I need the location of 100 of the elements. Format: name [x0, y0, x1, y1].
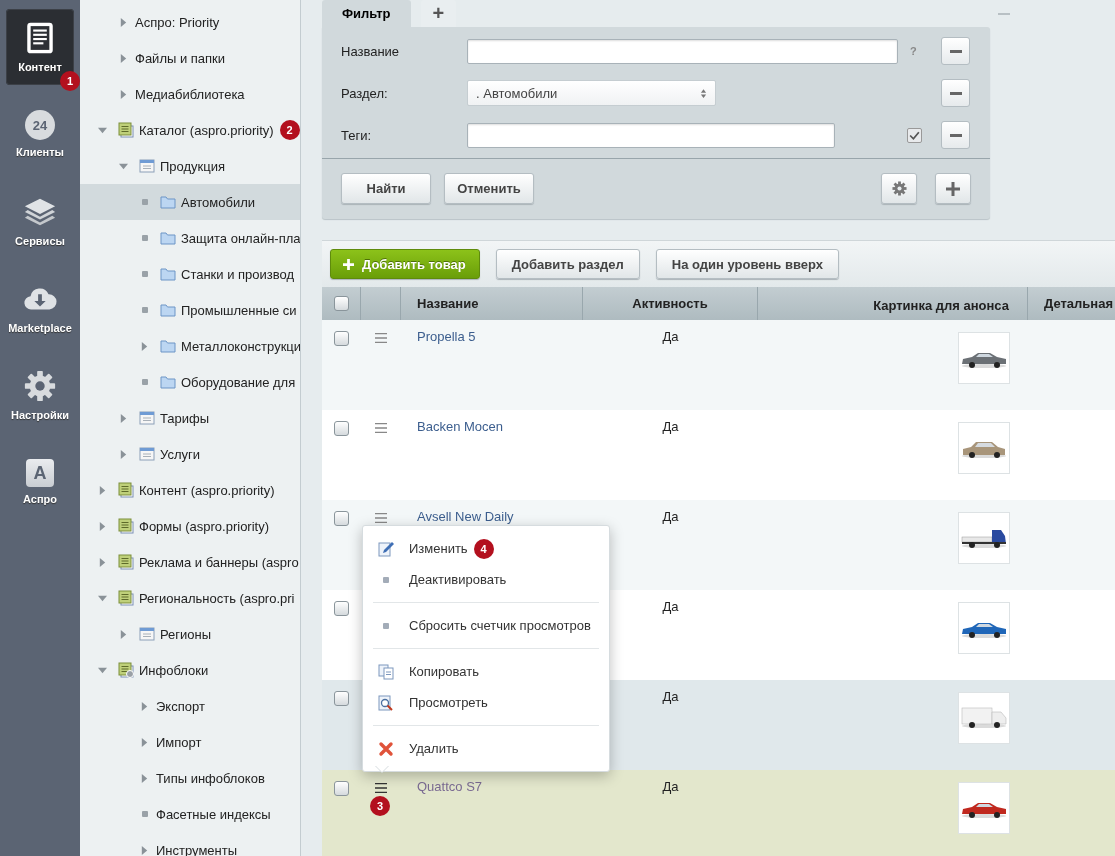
- tree-item[interactable]: Промышленные си: [80, 292, 300, 328]
- nav-label: Marketplace: [8, 322, 72, 334]
- nav-item[interactable]: 24 Клиенты: [6, 96, 74, 172]
- collapsed-arrow-icon[interactable]: [140, 773, 149, 783]
- expanded-arrow-icon[interactable]: [98, 125, 107, 135]
- collapsed-arrow-icon[interactable]: [140, 341, 149, 351]
- checkbox[interactable]: [333, 296, 349, 311]
- remove-field-button[interactable]: [941, 79, 970, 107]
- checkbox[interactable]: [334, 601, 349, 616]
- tree-item[interactable]: Каталог (aspro.priority) 2: [80, 112, 300, 148]
- expanded-arrow-icon[interactable]: [119, 161, 128, 171]
- nav-item[interactable]: A Аспро: [6, 444, 74, 520]
- menu-item[interactable]: Сбросить счетчик просмотров: [373, 610, 599, 641]
- checkbox[interactable]: [334, 511, 349, 526]
- tree-label: Реклама и баннеры (aspro: [139, 554, 299, 570]
- table-row[interactable]: Propella 5 Да: [322, 320, 1115, 410]
- bullet-icon: [383, 622, 389, 629]
- tree-item[interactable]: Экспорт: [80, 688, 300, 724]
- expanded-arrow-icon[interactable]: [98, 665, 107, 675]
- tree-label: Регионы: [160, 626, 212, 642]
- letter-tile-icon: A: [26, 459, 54, 487]
- toolbar-button[interactable]: Добавить раздел: [495, 249, 640, 279]
- folder-icon: [160, 302, 176, 318]
- checkbox[interactable]: [907, 127, 922, 143]
- menu-item[interactable]: Изменить 4: [373, 533, 599, 564]
- tree-item[interactable]: Формы (aspro.priority): [80, 508, 300, 544]
- tree-item[interactable]: Импорт: [80, 724, 300, 760]
- product-link[interactable]: Backen Mocen: [417, 419, 503, 434]
- tree-item[interactable]: Медиабиблиотека: [80, 76, 300, 112]
- gear-icon: [891, 181, 907, 196]
- menu-icon[interactable]: [375, 783, 387, 793]
- tree-label: Инфоблоки: [139, 662, 209, 678]
- tree-item[interactable]: Аспро: Priority: [80, 4, 300, 40]
- tree-item[interactable]: Оборудование для: [80, 364, 300, 400]
- tree-item[interactable]: Региональность (aspro.pri: [80, 580, 300, 616]
- tree-item[interactable]: Защита онлайн-пла: [80, 220, 300, 256]
- gear-icon: [23, 369, 57, 403]
- add-button[interactable]: [935, 173, 971, 204]
- checkbox[interactable]: [334, 781, 349, 796]
- checkbox[interactable]: [334, 691, 349, 706]
- collapsed-arrow-icon[interactable]: [119, 629, 128, 639]
- nav-item[interactable]: Настройки: [6, 357, 74, 433]
- filter-button[interactable]: Найти: [341, 173, 431, 204]
- menu-item[interactable]: Просмотреть: [373, 687, 599, 718]
- tree-item[interactable]: Регионы: [80, 616, 300, 652]
- copy-icon: [378, 663, 394, 680]
- table-cell-text: Да: [662, 779, 679, 796]
- collapsed-arrow-icon[interactable]: [119, 17, 128, 27]
- filter-button[interactable]: Отменить: [444, 173, 534, 204]
- tree-label: Автомобили: [181, 194, 256, 210]
- collapsed-arrow-icon[interactable]: [140, 845, 149, 855]
- tree-item[interactable]: Фасетные индексы: [80, 796, 300, 832]
- tree-item[interactable]: Продукция: [80, 148, 300, 184]
- collapse-icon[interactable]: [998, 12, 1010, 15]
- remove-field-button[interactable]: [941, 121, 970, 149]
- table-cell-text: Да: [662, 509, 679, 526]
- collapsed-arrow-icon[interactable]: [119, 53, 128, 63]
- collapsed-arrow-icon[interactable]: [98, 521, 107, 531]
- bullet-icon: [142, 199, 148, 205]
- column-header[interactable]: Детальная: [1028, 287, 1115, 320]
- tree-label: Фасетные индексы: [156, 806, 271, 822]
- collapsed-arrow-icon[interactable]: [98, 557, 107, 567]
- table-row[interactable]: 3 Quattco S7 Да: [322, 770, 1115, 856]
- text-field[interactable]: [467, 38, 898, 64]
- tree-item[interactable]: Тарифы: [80, 400, 300, 436]
- checkbox[interactable]: [334, 331, 349, 346]
- tree-item[interactable]: Станки и производ: [80, 256, 300, 292]
- tree-item[interactable]: Инфоблоки: [80, 652, 300, 688]
- tree-item[interactable]: Контент (aspro.priority): [80, 472, 300, 508]
- collapsed-arrow-icon[interactable]: [140, 737, 149, 747]
- text-field[interactable]: [467, 122, 835, 148]
- folder-icon: [160, 266, 176, 282]
- nav-item[interactable]: Сервисы: [6, 183, 74, 259]
- tree-item[interactable]: Типы инфоблоков: [80, 760, 300, 796]
- settings-button[interactable]: [881, 173, 917, 204]
- collapsed-arrow-icon[interactable]: [119, 449, 128, 459]
- product-link[interactable]: Propella 5: [417, 329, 476, 344]
- collapsed-arrow-icon[interactable]: [140, 701, 149, 711]
- tree-item[interactable]: Металлоконструкци: [80, 328, 300, 364]
- filter-tab[interactable]: Фильтр: [322, 0, 411, 27]
- checkbox[interactable]: [334, 421, 349, 436]
- section-select[interactable]: . Автомобили: [467, 80, 716, 106]
- product-link[interactable]: Quattco S7: [417, 779, 483, 794]
- folder-icon: [160, 194, 176, 210]
- remove-field-button[interactable]: [941, 37, 970, 65]
- expanded-arrow-icon[interactable]: [98, 593, 107, 603]
- table-cell-text: Да: [662, 599, 679, 616]
- collapsed-arrow-icon[interactable]: [119, 89, 128, 99]
- bullet-icon: [383, 576, 389, 583]
- tree-item[interactable]: Файлы и папки: [80, 40, 300, 76]
- toolbar-button[interactable]: На один уровень вверх: [655, 249, 839, 279]
- menu-item[interactable]: Удалить: [373, 733, 599, 764]
- nav-label: Контент: [18, 61, 62, 73]
- tree-item[interactable]: Реклама и баннеры (aspro: [80, 544, 300, 580]
- collapsed-arrow-icon[interactable]: [119, 413, 128, 423]
- tree-item[interactable]: Услуги: [80, 436, 300, 472]
- nav-item[interactable]: Marketplace: [6, 270, 74, 346]
- tree-item[interactable]: Автомобили: [80, 184, 300, 220]
- product-link[interactable]: Avsell New Daily: [417, 509, 514, 524]
- collapsed-arrow-icon[interactable]: [98, 485, 107, 495]
